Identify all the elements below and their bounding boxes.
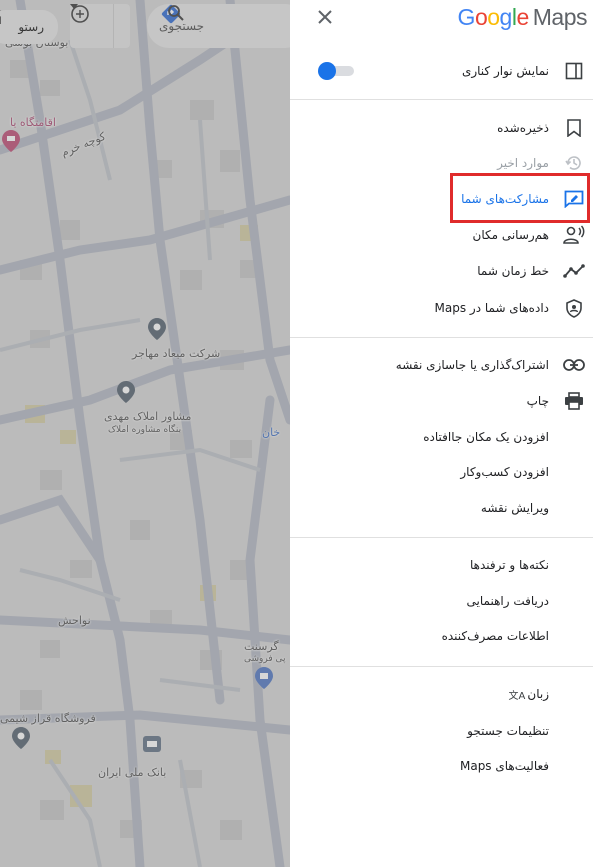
person-share-icon [563,224,585,246]
menu-item-add-missing-place[interactable]: افزودن یک مکان جاافتاده [290,422,593,452]
maps-activity-label: فعالیت‌های Maps [459,759,549,773]
map-canvas[interactable]: بوستان بوسی اقامتگاه یا کوچه خرم شرکت می… [0,0,290,867]
search-settings-label: تنظیمات جستجو [467,724,549,738]
logo-letter: e [516,4,529,30]
location-sharing-label: هم‌رسانی مکان [472,228,550,242]
sidebar-panel-icon [563,60,585,82]
divider [290,337,593,338]
menu-item-your-data[interactable]: داده‌های شما در Maps [290,293,593,323]
shield-icon [563,297,585,319]
add-business-label: افزودن کسب‌وکار [460,465,549,479]
add-missing-place-label: افزودن یک مکان جاافتاده [423,430,549,444]
divider [290,537,593,538]
translate-icon: 文A [508,690,526,702]
menu-item-timeline[interactable]: خط زمان شما [290,256,593,286]
menu-item-edit-map[interactable]: ویرایش نقشه [290,493,593,523]
divider [290,666,593,667]
menu-item-share-embed[interactable]: اشتراک‌گذاری یا جاسازی نقشه [290,350,593,380]
menu-item-contributions[interactable]: مشارکت‌های شما [290,173,593,223]
divider [290,99,593,100]
printer-icon [563,390,585,412]
recent-label: موارد اخیر [497,156,549,170]
show-sidebar-row[interactable]: نمایش نوار کناری [290,56,593,86]
your-data-label: داده‌های شما در Maps [434,301,550,315]
side-menu: Google Maps نمایش نوار کناری ذخیره‌شده مو… [290,0,593,867]
timeline-icon [563,260,585,282]
menu-item-search-settings[interactable]: تنظیمات جستجو [290,716,593,746]
menu-item-consumer-info[interactable]: اطلاعات مصرف‌کننده [290,621,593,651]
show-sidebar-label: نمایش نوار کناری [461,64,549,78]
highlight-box [450,173,590,223]
menu-item-get-help[interactable]: دریافت راهنمایی [290,586,593,616]
logo-letter: g [499,4,513,30]
menu-item-print[interactable]: چاپ [290,386,593,416]
timeline-label: خط زمان شما [477,264,549,278]
language-label: زبان [527,687,549,701]
saved-label: ذخیره‌شده [497,121,549,135]
share-embed-label: اشتراک‌گذاری یا جاسازی نقشه [395,358,549,372]
menu-item-language[interactable]: 文A زبان [290,679,593,709]
logo-letter: o [487,4,500,30]
sidebar-toggle[interactable] [318,62,356,80]
get-help-label: دریافت راهنمایی [466,594,549,608]
logo-maps-word: Maps [532,4,588,30]
menu-item-tips[interactable]: نکته‌ها و ترفندها [290,550,593,580]
menu-item-add-business[interactable]: افزودن کسب‌وکار [290,457,593,487]
tips-label: نکته‌ها و ترفندها [469,558,549,572]
google-maps-logo: Google Maps [457,4,588,31]
history-icon [563,152,585,174]
bookmark-icon [563,117,585,139]
link-icon [563,354,585,376]
menu-item-location-sharing[interactable]: هم‌رسانی مکان [290,220,593,250]
menu-item-maps-activity[interactable]: فعالیت‌های Maps [290,751,593,781]
annotation-arrow-icon [0,0,290,867]
menu-item-saved[interactable]: ذخیره‌شده [290,113,593,143]
print-label: چاپ [526,394,549,408]
logo-letter: o [474,4,488,30]
edit-map-label: ویرایش نقشه [480,501,549,515]
logo-letter: G [457,4,476,30]
close-icon[interactable] [316,8,334,30]
consumer-info-label: اطلاعات مصرف‌کننده [441,629,549,643]
